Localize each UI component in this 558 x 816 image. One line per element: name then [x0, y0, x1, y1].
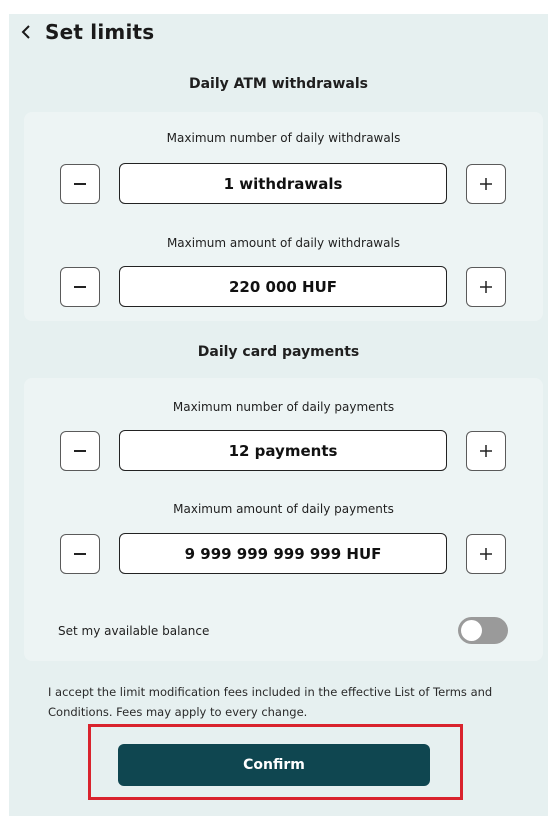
- plus-icon: [480, 178, 492, 190]
- terms-text: I accept the limit modification fees inc…: [48, 685, 493, 719]
- minus-icon: [74, 183, 86, 185]
- chevron-left-icon: [21, 25, 30, 39]
- minus-icon: [74, 286, 86, 288]
- atm-amount-field[interactable]: 220 000 HUF: [119, 266, 447, 307]
- card-count-increase-button[interactable]: [466, 431, 506, 471]
- atm-count-decrease-button[interactable]: [60, 164, 100, 204]
- atm-amount-increase-button[interactable]: [466, 267, 506, 307]
- set-limits-screen: Set limits Daily ATM withdrawals Maximum…: [9, 14, 548, 816]
- available-balance-toggle[interactable]: [458, 617, 508, 644]
- card-limits-card: Maximum number of daily payments 12 paym…: [24, 378, 543, 661]
- atm-amount-decrease-button[interactable]: [60, 267, 100, 307]
- atm-count-label: Maximum number of daily withdrawals: [166, 131, 401, 145]
- atm-limits-card: Maximum number of daily withdrawals 1 wi…: [24, 112, 543, 321]
- card-amount-label: Maximum amount of daily payments: [173, 502, 394, 516]
- plus-icon: [480, 548, 492, 560]
- atm-section-title: Daily ATM withdrawals: [188, 76, 369, 92]
- atm-count-field[interactable]: 1 withdrawals: [119, 163, 447, 204]
- available-balance-label: Set my available balance: [58, 624, 210, 638]
- card-amount-field[interactable]: 9 999 999 999 999 HUF: [119, 533, 447, 574]
- card-count-label: Maximum number of daily payments: [172, 400, 395, 414]
- page-title: Set limits: [45, 20, 155, 44]
- plus-icon: [480, 281, 492, 293]
- card-section-title: Daily card payments: [197, 344, 360, 360]
- card-amount-increase-button[interactable]: [466, 534, 506, 574]
- card-count-decrease-button[interactable]: [60, 431, 100, 471]
- confirm-button[interactable]: Confirm: [118, 744, 430, 786]
- header: Set limits: [19, 19, 154, 45]
- card-count-field[interactable]: 12 payments: [119, 430, 447, 471]
- plus-icon: [480, 445, 492, 457]
- atm-count-increase-button[interactable]: [466, 164, 506, 204]
- card-amount-decrease-button[interactable]: [60, 534, 100, 574]
- minus-icon: [74, 553, 86, 555]
- minus-icon: [74, 450, 86, 452]
- atm-amount-label: Maximum amount of daily withdrawals: [166, 236, 401, 250]
- toggle-knob: [461, 620, 482, 641]
- back-button[interactable]: [19, 22, 33, 42]
